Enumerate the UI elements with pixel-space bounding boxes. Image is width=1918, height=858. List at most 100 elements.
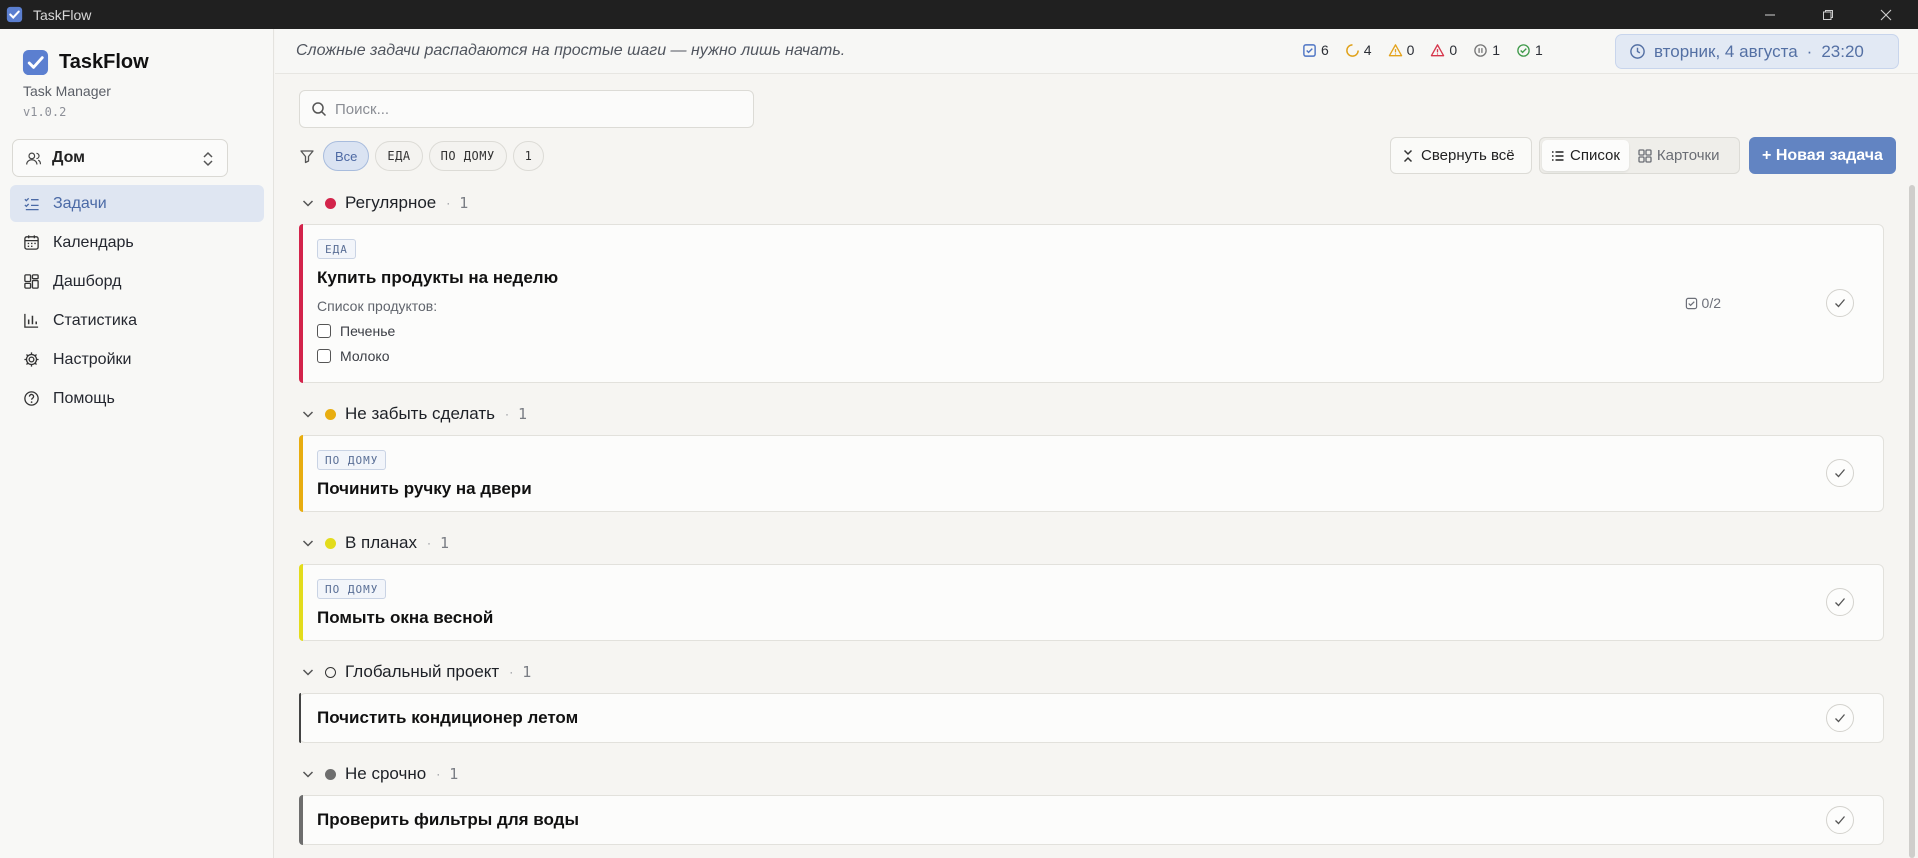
search-field[interactable] — [299, 90, 754, 128]
date-separator: · — [1806, 41, 1813, 61]
task-title: Помыть окна весной — [317, 608, 494, 627]
minimize-button[interactable] — [1742, 0, 1798, 29]
restore-icon — [1823, 9, 1833, 20]
group-count: 1 — [517, 405, 528, 423]
task-card[interactable]: ПО ДОМУ Помыть окна весной — [299, 564, 1884, 641]
new-task-button[interactable]: + Новая задача — [1749, 137, 1896, 174]
task-tag[interactable]: ПО ДОМУ — [317, 579, 387, 599]
subtask-item[interactable]: Молоко — [317, 343, 395, 368]
sidebar-item-calendar[interactable]: Календарь — [10, 224, 264, 261]
close-button[interactable] — [1858, 0, 1914, 29]
clock-icon — [1630, 44, 1645, 59]
list-icon — [1551, 150, 1564, 161]
motivational-quote: Сложные задачи распадаются на простые ша… — [296, 42, 846, 59]
subtask-checkbox[interactable] — [317, 348, 331, 363]
warning-icon — [1388, 43, 1402, 56]
chevron-updown-icon — [203, 151, 213, 167]
task-card[interactable]: Почистить кондиционер летом — [299, 693, 1884, 743]
date-label: вторник, 4 августа — [1654, 41, 1798, 61]
sidebar-item-settings[interactable]: Настройки — [10, 341, 264, 378]
task-card[interactable]: ЕДА Купить продукты на неделю Список про… — [299, 224, 1884, 383]
sidebar-item-dashboard[interactable]: Дашборд — [10, 263, 264, 300]
subtask-progress: 0/2 — [1685, 295, 1721, 311]
group-name: Не забыть сделать — [345, 404, 495, 423]
stat-warnings: 0 — [1388, 42, 1414, 58]
dashboard-icon — [24, 274, 39, 289]
group-header-planned[interactable]: В планах · 1 — [299, 528, 1884, 558]
group-name: Не срочно — [345, 764, 427, 783]
users-icon — [26, 152, 42, 165]
filter-chip-food[interactable]: ЕДА — [375, 141, 423, 171]
close-icon — [1880, 9, 1892, 20]
filter-chip-1[interactable]: 1 — [512, 141, 545, 171]
stat-overdue: 0 — [1430, 42, 1457, 58]
chart-icon — [24, 313, 39, 328]
task-tag[interactable]: ЕДА — [317, 239, 356, 259]
priority-stripe — [299, 564, 303, 641]
checkmark-icon — [1835, 469, 1845, 478]
complete-task-button[interactable] — [1826, 588, 1854, 616]
group-bullet: · — [426, 536, 431, 550]
grid-icon — [1638, 148, 1652, 163]
minimize-icon — [1765, 14, 1775, 15]
stat-tasks: 6 — [1302, 42, 1329, 58]
complete-task-button[interactable] — [1826, 806, 1854, 834]
group-color-dot — [325, 537, 336, 549]
gear-icon — [24, 352, 39, 367]
subtask-progress-label: 0/2 — [1701, 295, 1721, 311]
group-header-not-urgent[interactable]: Не срочно · 1 — [299, 759, 1884, 789]
chevron-down-icon — [302, 669, 314, 676]
group-header-global-project[interactable]: Глобальный проект · 1 — [299, 657, 1884, 687]
chevron-down-icon — [302, 200, 314, 207]
sidebar-item-label: Помощь — [53, 389, 115, 407]
collapse-all-label: Свернуть всё — [1421, 147, 1515, 164]
checkmark-icon — [1835, 714, 1845, 723]
time-label: 23:20 — [1821, 41, 1864, 61]
complete-task-button[interactable] — [1826, 704, 1854, 732]
sidebar: TaskFlow Task Manager v1.0.2 Дом Задачи … — [0, 29, 274, 858]
view-cards-button[interactable]: Карточки — [1629, 140, 1729, 171]
filter-chip-all[interactable]: Все — [323, 141, 370, 171]
subtask-label: Печенье — [340, 322, 396, 339]
sidebar-item-statistics[interactable]: Статистика — [10, 302, 264, 339]
date-time-display: вторник, 4 августа · 23:20 — [1615, 34, 1899, 69]
group-bullet: · — [509, 665, 514, 679]
stats-bar: 6 4 0 0 1 1 — [1302, 42, 1559, 58]
restore-button[interactable] — [1800, 0, 1856, 29]
chevron-down-icon — [302, 540, 314, 547]
view-list-button[interactable]: Список — [1542, 140, 1629, 171]
brand-subtitle: Task Manager — [23, 83, 111, 99]
group-header-regular[interactable]: Регулярное · 1 — [299, 188, 1884, 218]
priority-stripe — [299, 693, 301, 743]
group-header-dont-forget[interactable]: Не забыть сделать · 1 — [299, 399, 1884, 429]
task-tag[interactable]: ПО ДОМУ — [317, 450, 387, 470]
group-name: Регулярное — [345, 193, 437, 212]
scrollbar-thumb[interactable] — [1909, 185, 1915, 858]
window-title: TaskFlow — [33, 6, 92, 23]
alert-icon — [1431, 43, 1445, 56]
complete-task-button[interactable] — [1826, 289, 1854, 317]
group-bullet: · — [504, 407, 509, 421]
workspace-selector[interactable]: Дом — [12, 139, 228, 177]
collapse-all-button[interactable]: Свернуть всё — [1390, 137, 1532, 174]
brand: TaskFlow — [22, 49, 149, 76]
group-count: 1 — [522, 663, 532, 681]
spinner-icon — [1345, 43, 1359, 57]
checkmark-icon — [1835, 299, 1845, 308]
task-box-icon — [1685, 297, 1697, 309]
task-card[interactable]: Проверить фильтры для воды — [299, 795, 1884, 845]
priority-stripe — [299, 435, 303, 512]
sidebar-item-label: Статистика — [53, 311, 138, 329]
checkmark-icon — [1835, 816, 1845, 825]
filter-chip-home[interactable]: ПО ДОМУ — [428, 141, 507, 171]
checkmark-icon — [1835, 598, 1845, 607]
subtask-item[interactable]: Печенье — [317, 318, 395, 343]
sidebar-item-tasks[interactable]: Задачи — [10, 185, 264, 222]
task-card[interactable]: ПО ДОМУ Починить ручку на двери — [299, 435, 1884, 512]
view-cards-label: Карточки — [1656, 147, 1720, 164]
subtask-checkbox[interactable] — [317, 323, 331, 338]
search-input[interactable] — [335, 100, 735, 118]
sidebar-item-help[interactable]: Помощь — [10, 380, 264, 417]
complete-task-button[interactable] — [1826, 459, 1854, 487]
group-count: 1 — [439, 534, 450, 552]
